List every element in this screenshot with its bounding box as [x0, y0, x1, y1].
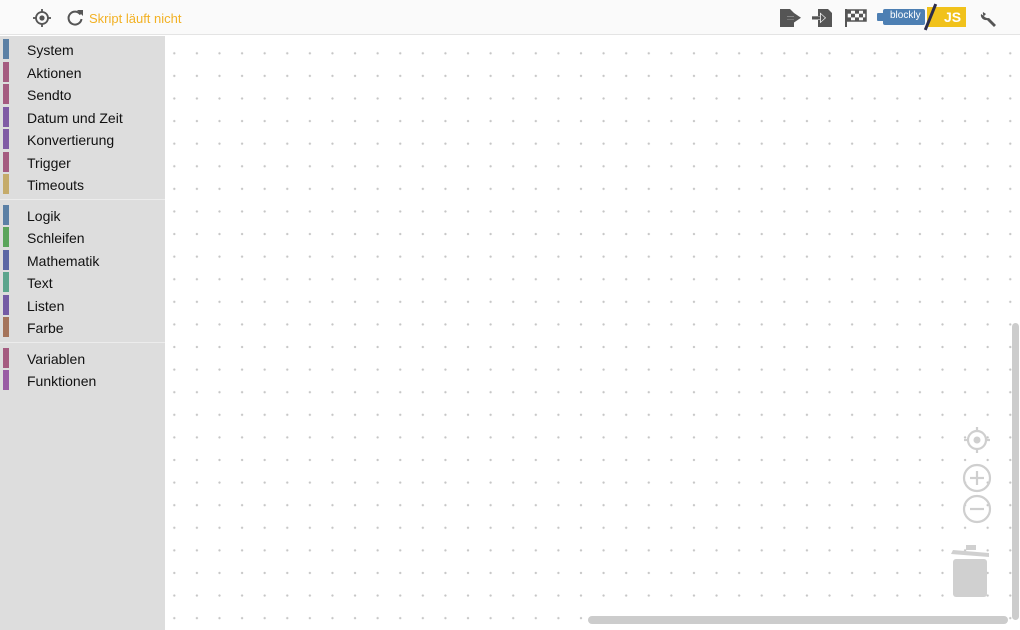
- toolbox-separator: [0, 341, 165, 343]
- category-color-bar: [3, 204, 9, 225]
- recenter-icon[interactable]: [963, 426, 991, 454]
- category-color-bar: [3, 272, 9, 292]
- category-color-bar: [3, 84, 9, 104]
- category-label: Aktionen: [27, 64, 82, 81]
- top-toolbar: Skript läuft nicht blockly JS: [0, 0, 1020, 35]
- toolbox-category[interactable]: Aktionen: [0, 61, 165, 84]
- category-label: Schleifen: [27, 230, 85, 246]
- category-label: Datum und Zeit: [27, 109, 123, 126]
- toolbox-category[interactable]: Mathematik: [0, 249, 165, 272]
- import-icon[interactable]: [811, 8, 835, 28]
- category-label: System: [27, 42, 74, 58]
- category-color-bar: [3, 347, 9, 368]
- category-color-bar: [3, 227, 9, 247]
- category-label: Trigger: [27, 154, 71, 171]
- category-label: Funktionen: [27, 373, 97, 389]
- checkered-flag-icon[interactable]: [844, 8, 868, 28]
- category-color-bar: [3, 370, 9, 390]
- category-label: Logik: [27, 207, 61, 224]
- toolbox-category[interactable]: Datum und Zeit: [0, 106, 165, 129]
- category-label: Variablen: [27, 350, 86, 367]
- category-label: Text: [27, 275, 53, 291]
- category-color-bar: [3, 317, 9, 337]
- toolbox-category[interactable]: Konvertierung: [0, 128, 165, 151]
- zoom-in-icon[interactable]: [962, 463, 992, 493]
- category-color-bar: [3, 61, 9, 82]
- toolbox-category[interactable]: Timeouts: [0, 173, 165, 196]
- toolbox-category[interactable]: Variablen: [0, 347, 165, 370]
- toolbox-category[interactable]: Farbe: [0, 316, 165, 339]
- trash-icon[interactable]: [949, 544, 991, 598]
- refresh-icon[interactable]: [65, 8, 85, 28]
- zoom-out-icon[interactable]: [962, 494, 992, 524]
- blockly-workspace[interactable]: [165, 36, 1020, 628]
- target-icon[interactable]: [32, 8, 52, 28]
- category-color-bar: [3, 151, 9, 172]
- toolbox-category[interactable]: Text: [0, 271, 165, 294]
- category-label: Listen: [27, 297, 65, 314]
- toolbox-category[interactable]: Funktionen: [0, 369, 165, 392]
- wrench-icon[interactable]: [977, 8, 999, 28]
- horizontal-scrollbar[interactable]: [588, 616, 1008, 624]
- toolbox-category[interactable]: Sendto: [0, 83, 165, 106]
- category-label: Sendto: [27, 87, 72, 103]
- category-color-bar: [3, 39, 9, 59]
- script-status-text: Skript läuft nicht: [89, 11, 182, 26]
- blocks-toolbox: System Aktionen Sendto Datum und Zeit Konver…: [0, 36, 165, 630]
- category-label: Farbe: [27, 320, 64, 336]
- category-label: Konvertierung: [27, 132, 115, 148]
- category-label: Mathematik: [27, 252, 100, 269]
- vertical-scrollbar[interactable]: [1012, 323, 1019, 620]
- blockly-label: blockly: [890, 10, 921, 21]
- toolbox-category[interactable]: Schleifen: [0, 226, 165, 249]
- category-label: Timeouts: [27, 177, 85, 193]
- toolbox-separator: [0, 198, 165, 200]
- export-icon[interactable]: [778, 8, 802, 28]
- toolbox-category[interactable]: System: [0, 38, 165, 61]
- category-color-bar: [3, 249, 9, 270]
- js-label: JS: [944, 9, 962, 25]
- blockly-js-toggle[interactable]: blockly JS: [877, 3, 967, 31]
- toolbox-category[interactable]: Listen: [0, 294, 165, 317]
- toolbox-category[interactable]: Trigger: [0, 151, 165, 174]
- category-color-bar: [3, 129, 9, 149]
- category-color-bar: [3, 174, 9, 194]
- category-color-bar: [3, 294, 9, 315]
- category-color-bar: [3, 106, 9, 127]
- toolbox-category[interactable]: Logik: [0, 204, 165, 227]
